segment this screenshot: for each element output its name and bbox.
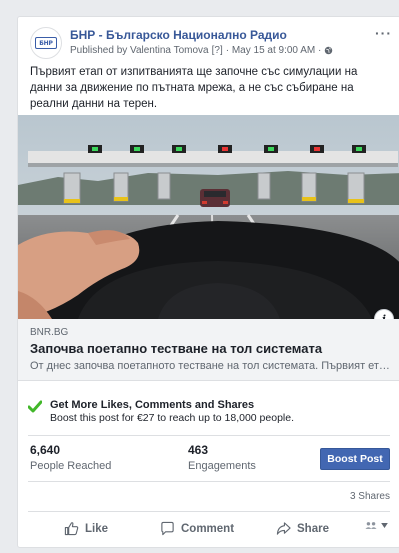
- meta-marker[interactable]: [?]: [212, 45, 223, 56]
- avatar[interactable]: БНР: [30, 27, 62, 59]
- checkmark-icon: [28, 400, 42, 413]
- people-reached[interactable]: 6,640 People Reached: [30, 443, 111, 472]
- boost-post-button[interactable]: Boost Post: [320, 448, 390, 470]
- post-meta: Published by Valentina Tomova [?] · May …: [70, 45, 333, 56]
- link-description: От днес започва поетапното тестване на т…: [30, 360, 390, 372]
- engagements-value: 463: [188, 443, 209, 457]
- boost-promo: Get More Likes, Comments and Shares Boos…: [28, 397, 390, 429]
- toll-booth-driving-image: [18, 115, 399, 319]
- comment-icon: [161, 521, 174, 536]
- link-domain: BNR.BG: [30, 327, 69, 338]
- caret-down-icon: [381, 523, 388, 528]
- post-header: БНР БНР - Българско Национално Радио Pub…: [30, 25, 392, 61]
- people-reached-label: People Reached: [30, 460, 112, 472]
- published-by[interactable]: Published by Valentina Tomova: [70, 45, 209, 56]
- boost-title: Get More Likes, Comments and Shares: [50, 399, 255, 411]
- thumbs-up-icon: [64, 522, 79, 536]
- like-button[interactable]: Like: [64, 521, 108, 536]
- like-label: Like: [85, 522, 109, 535]
- action-bar: Like Comment Share: [30, 521, 390, 541]
- link-preview[interactable]: BNR.BG Започва поетапно тестване на тол …: [18, 319, 399, 381]
- divider: [28, 435, 390, 436]
- engagements-label: Engagements: [188, 460, 256, 472]
- share-button[interactable]: Share: [276, 521, 329, 536]
- post-date[interactable]: · May 15 at 9:00 AM ·: [226, 45, 322, 56]
- more-options-button[interactable]: ···: [375, 25, 392, 41]
- page-logo: БНР: [35, 37, 57, 49]
- boost-subtitle: Boost this post for €27 to reach up to 1…: [50, 412, 295, 424]
- post-card: БНР БНР - Българско Национално Радио Pub…: [17, 16, 399, 548]
- link-title[interactable]: Започва поетапно тестване на тол система…: [30, 341, 390, 356]
- people-reached-value: 6,640: [30, 443, 61, 457]
- globe-icon: [325, 46, 333, 55]
- page-name-link[interactable]: БНР - Българско Национално Радио: [70, 28, 287, 42]
- shares-count[interactable]: 3 Shares: [350, 491, 390, 502]
- post-photo[interactable]: [18, 115, 399, 319]
- divider: [28, 481, 390, 482]
- divider: [28, 511, 390, 512]
- share-icon: [276, 522, 291, 535]
- post-text: Първият етап от изпитванията ще започне …: [30, 66, 358, 110]
- audience-selector[interactable]: [365, 521, 388, 530]
- share-label: Share: [297, 522, 329, 535]
- post-stats: 6,640 People Reached 463 Engagements Boo…: [30, 443, 390, 477]
- engagements[interactable]: 463 Engagements: [188, 443, 256, 472]
- comment-label: Comment: [181, 522, 235, 535]
- comment-button[interactable]: Comment: [160, 521, 234, 536]
- audience-icon: [365, 522, 377, 529]
